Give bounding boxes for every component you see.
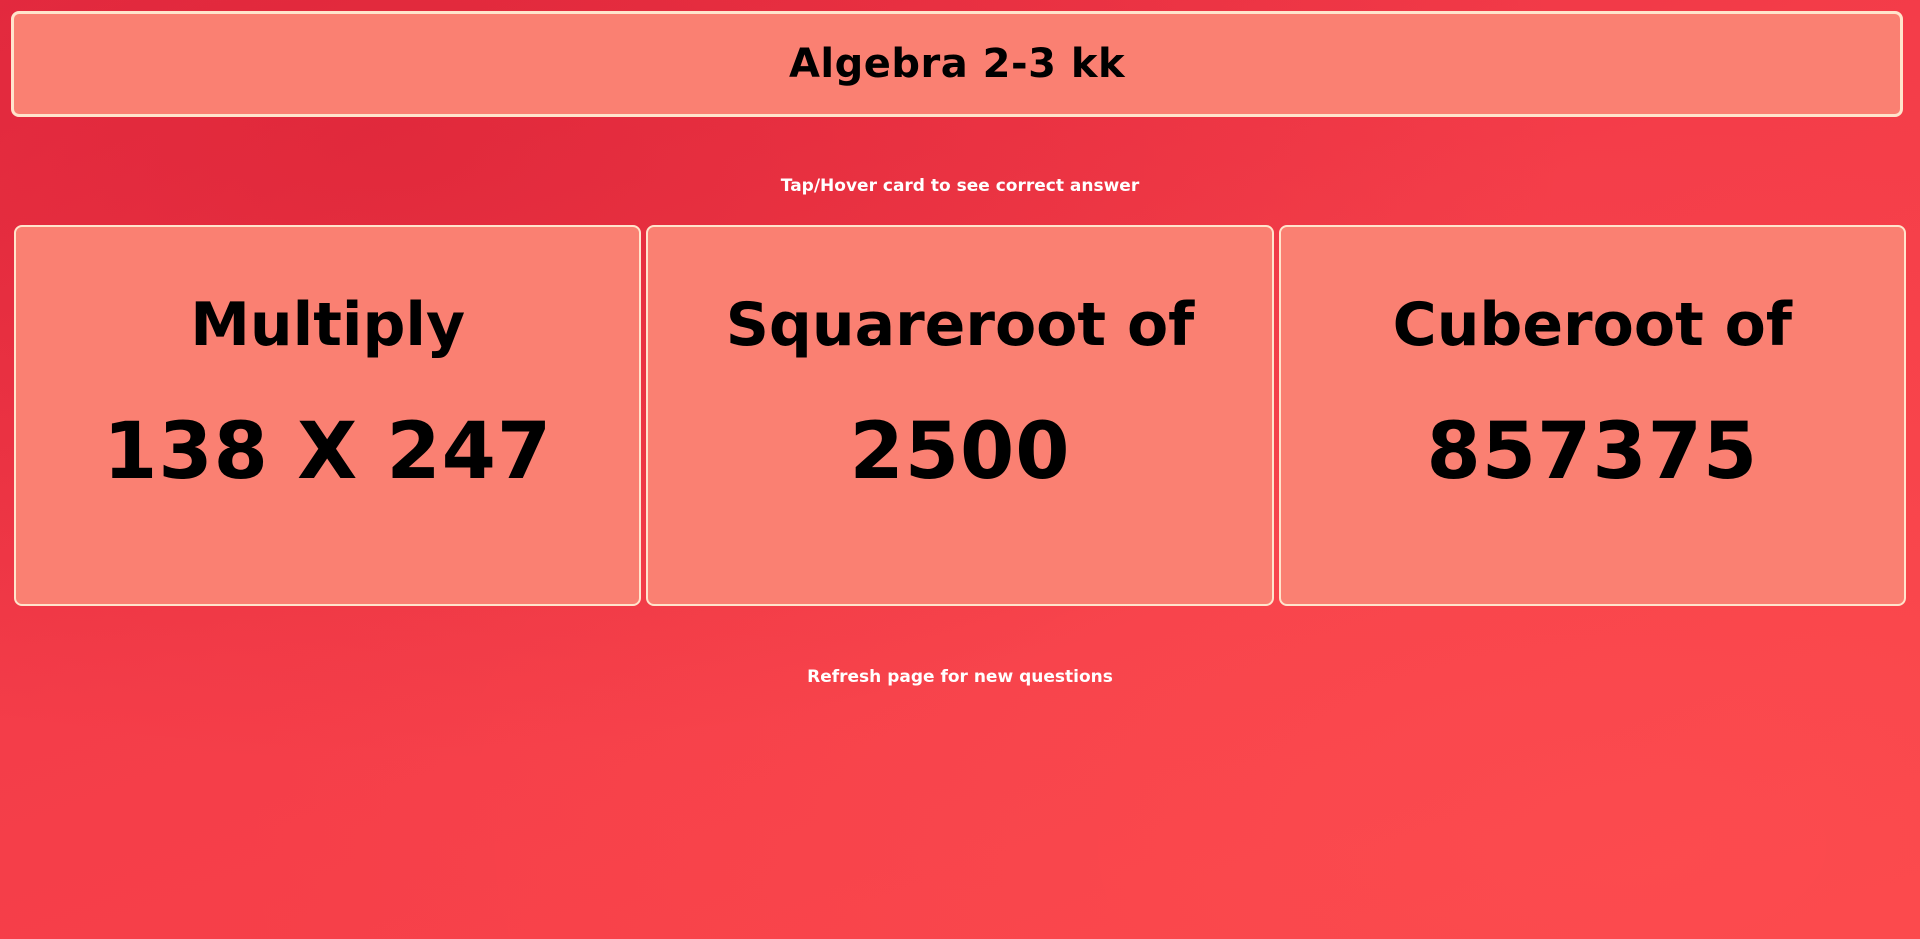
question-card-squareroot[interactable]: Squareroot of 2500 xyxy=(646,225,1274,606)
card-question-value: 857375 xyxy=(1426,407,1759,497)
question-card-cuberoot[interactable]: Cuberoot of 857375 xyxy=(1278,225,1906,606)
page-title: Algebra 2-3 kk xyxy=(788,41,1126,87)
instruction-refresh: Refresh page for new questions xyxy=(807,667,1113,687)
card-question-value: 2500 xyxy=(849,407,1071,497)
question-cards: Multiply 138 X 247 Squareroot of 2500 Cu… xyxy=(14,225,1906,606)
card-label: Cuberoot of xyxy=(1392,290,1792,360)
header-bar: Algebra 2-3 kk xyxy=(11,11,1903,117)
question-card-multiply[interactable]: Multiply 138 X 247 xyxy=(14,225,642,606)
card-question-value: 138 X 247 xyxy=(103,407,553,497)
card-label: Squareroot of xyxy=(725,290,1195,360)
instruction-hover: Tap/Hover card to see correct answer xyxy=(780,176,1140,196)
card-label: Multiply xyxy=(190,290,466,360)
